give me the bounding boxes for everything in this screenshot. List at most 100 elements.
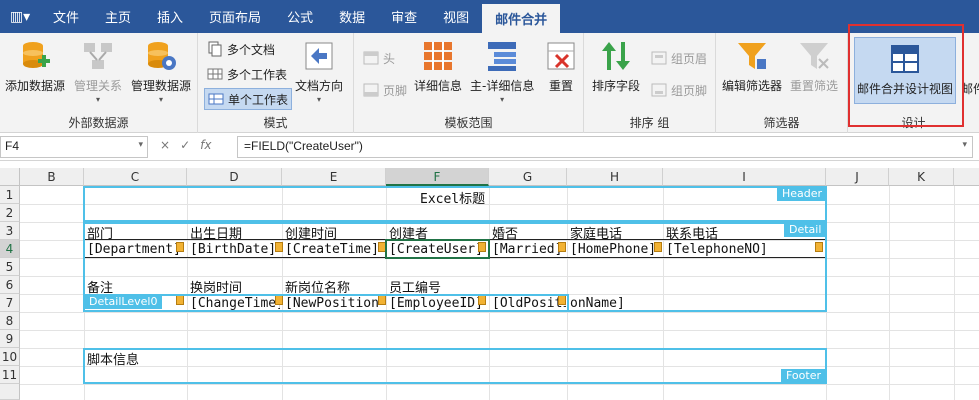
detail-grid-icon	[424, 42, 452, 70]
direction-icon	[305, 42, 333, 70]
group-datasource: 添加数据源 管理关系 ▾ 管理数据源 ▾ 外部数据源	[0, 33, 198, 133]
detail-range-button[interactable]: 详细信息	[414, 39, 462, 94]
filter-icon	[738, 43, 766, 69]
column-header-k[interactable]: K	[889, 168, 954, 186]
gridline	[889, 186, 890, 400]
column-header-h[interactable]: H	[567, 168, 663, 186]
tab-view[interactable]: 视图	[430, 0, 482, 33]
cancel-icon[interactable]: ×	[160, 138, 170, 152]
ribbon-tab-bar: ▥▾ 文件 主页 插入 页面布局 公式 数据 审查 视图 邮件合并	[0, 0, 979, 33]
documents-icon	[208, 41, 222, 57]
edit-filter-button[interactable]: 编辑筛选器	[722, 39, 782, 94]
name-box[interactable]: F4 ▾	[0, 136, 148, 158]
sort-fields-button[interactable]: 排序字段	[592, 39, 640, 94]
tab-mail-merge[interactable]: 邮件合并	[482, 4, 561, 33]
row-header-8[interactable]: 8	[0, 312, 20, 330]
column-header-i[interactable]: I	[663, 168, 826, 186]
group-label-filter: 筛选器	[763, 116, 800, 130]
group-label-mode: 模式	[263, 116, 288, 130]
confirm-icon[interactable]: ✓	[180, 138, 190, 152]
group-footer-label: 组页脚	[671, 83, 708, 98]
row-header-12	[0, 384, 20, 400]
reset-range-button[interactable]: 重置	[544, 39, 578, 94]
tab-insert[interactable]: 插入	[144, 0, 196, 33]
formula-input[interactable]: =FIELD("CreateUser") ▾	[237, 136, 973, 158]
manage-relations-label: 管理关系	[74, 79, 123, 93]
group-label-template-range: 模板范围	[444, 116, 493, 130]
column-header-d[interactable]: D	[187, 168, 282, 186]
manage-relations-button[interactable]: 管理关系 ▾	[74, 39, 122, 104]
footer-grid-icon	[363, 83, 379, 97]
sheets-icon	[207, 68, 223, 80]
row-header-11[interactable]: 11	[0, 366, 20, 384]
select-all-corner[interactable]	[0, 168, 20, 186]
edit-filter-label: 编辑筛选器	[722, 79, 783, 93]
tab-page-layout[interactable]: 页面布局	[196, 0, 274, 33]
column-header-j[interactable]: J	[826, 168, 889, 186]
group-footer-button[interactable]: 组页脚	[648, 79, 710, 101]
row-header-7[interactable]: 7	[0, 294, 20, 312]
chevron-down-icon[interactable]: ▾	[138, 139, 143, 150]
tab-file[interactable]: 文件	[40, 0, 92, 33]
formula-text: =FIELD("CreateUser")	[244, 139, 363, 153]
column-header-overflow	[954, 168, 979, 186]
group-header-button[interactable]: 组页眉	[648, 47, 710, 69]
reset-grid-icon	[547, 42, 575, 70]
document-direction-label: 文档方向	[295, 79, 344, 93]
column-header-e[interactable]: E	[282, 168, 386, 186]
group-sort: 排序字段 组页眉 组页脚 排序 组	[584, 33, 716, 133]
tab-data[interactable]: 数据	[326, 0, 378, 33]
group-mode: 多个文档 多个工作表 单个工作表 文档方向 ▾ 模式	[198, 33, 354, 133]
footer-region-tag: Footer	[781, 369, 826, 383]
multi-document-button[interactable]: 多个文档	[204, 38, 278, 60]
multi-sheet-button[interactable]: 多个工作表	[204, 63, 290, 85]
row-header-6[interactable]: 6	[0, 276, 20, 294]
row-header-1[interactable]: 1	[0, 186, 20, 204]
header-grid-icon	[363, 51, 379, 65]
sort-icon	[602, 42, 630, 70]
master-detail-button[interactable]: 主-详细信息 ▾	[470, 39, 534, 104]
formula-buttons: × ✓ fx	[160, 138, 211, 152]
app-menu-button[interactable]: ▥▾	[0, 0, 40, 33]
manage-datasource-button[interactable]: 管理数据源 ▾	[131, 39, 191, 104]
group-header-icon	[651, 51, 667, 65]
row-header-10[interactable]: 10	[0, 348, 20, 366]
header-region-tag: Header	[777, 187, 828, 201]
detail-region-tag: Detail	[784, 223, 827, 237]
row-header-5[interactable]: 5	[0, 258, 20, 276]
tab-review[interactable]: 审查	[378, 0, 430, 33]
single-sheet-label: 单个工作表	[228, 92, 289, 107]
reset-filter-button[interactable]: 重置筛选	[790, 39, 838, 94]
row-header-9[interactable]: 9	[0, 330, 20, 348]
group-label-sort: 排序 组	[629, 116, 670, 130]
tab-formulas[interactable]: 公式	[274, 0, 326, 33]
column-header-g[interactable]: G	[489, 168, 567, 186]
detail-range-label: 详细信息	[414, 79, 463, 93]
single-sheet-button[interactable]: 单个工作表	[204, 88, 293, 110]
function-icon[interactable]: fx	[200, 138, 211, 152]
footer-range-label: 页脚	[383, 83, 408, 98]
add-datasource-button[interactable]: 添加数据源	[5, 39, 65, 94]
document-direction-button[interactable]: 文档方向 ▾	[295, 39, 343, 104]
column-header-b[interactable]: B	[20, 168, 84, 186]
multi-sheet-label: 多个工作表	[227, 67, 288, 82]
filter-clear-icon	[800, 43, 829, 69]
ribbon: 添加数据源 管理关系 ▾ 管理数据源 ▾ 外部数据源 多个文档 多个工作表 单个…	[0, 33, 979, 133]
detail-level-tag: DetailLevel0	[84, 295, 163, 309]
chevron-down-icon: ▾	[159, 95, 164, 104]
row-header-2[interactable]: 2	[0, 204, 20, 222]
row-header-4[interactable]: 4	[0, 240, 20, 258]
group-template-range: 头 页脚 详细信息 主-详细信息 ▾ 重置 模板范围	[354, 33, 584, 133]
header-range-button[interactable]: 头	[360, 47, 398, 69]
row-header-3[interactable]: 3	[0, 222, 20, 240]
chevron-down-icon[interactable]: ▾	[962, 139, 967, 150]
footer-range-button[interactable]: 页脚	[360, 79, 410, 101]
spreadsheet-grid[interactable]: B C D E F G H I J K 1 2 3 4 5 6 7 8 9 10…	[0, 168, 979, 400]
formula-bar: F4 ▾ × ✓ fx =FIELD("CreateUser") ▾	[0, 133, 979, 161]
group-filter: 编辑筛选器 重置筛选 筛选器	[716, 33, 848, 133]
master-detail-label: 主-详细信息	[470, 79, 535, 93]
column-header-c[interactable]: C	[84, 168, 187, 186]
tab-home[interactable]: 主页	[92, 0, 144, 33]
column-header-f[interactable]: F	[386, 168, 489, 186]
add-datasource-label: 添加数据源	[5, 79, 66, 93]
